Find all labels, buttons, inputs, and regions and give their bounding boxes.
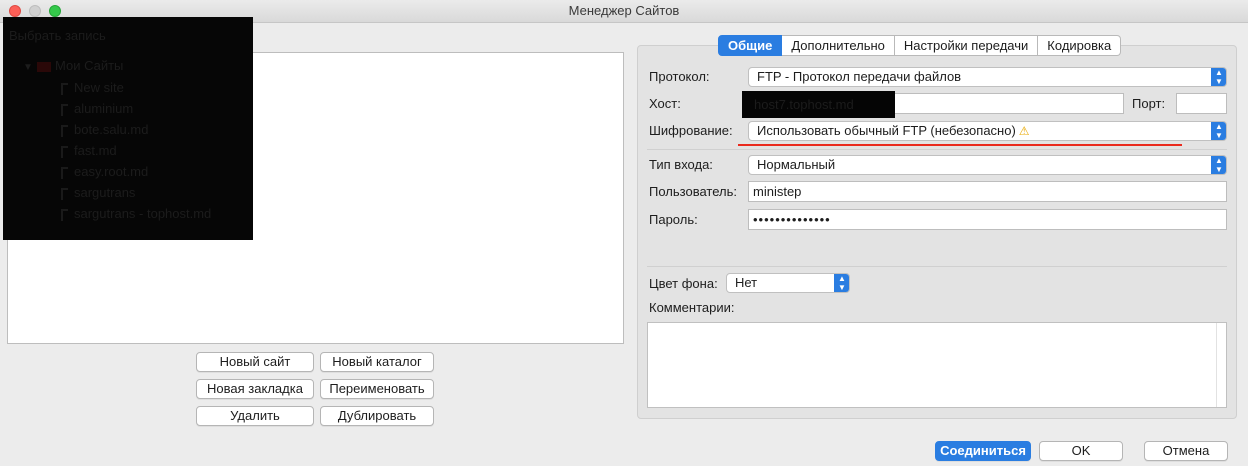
tree-site-item[interactable]: New site — [61, 79, 124, 97]
new-bookmark-button[interactable]: Новая закладка — [196, 379, 314, 399]
tree-site-item[interactable]: sargutrans - tophost.md — [61, 205, 211, 223]
divider — [647, 266, 1227, 267]
server-icon — [61, 103, 68, 116]
new-folder-button[interactable]: Новый каталог — [320, 352, 434, 372]
password-label: Пароль: — [649, 212, 698, 227]
connect-button[interactable]: Соединиться — [935, 441, 1031, 461]
encryption-select[interactable]: Использовать обычный FTP (небезопасно) ⚠ … — [748, 121, 1227, 141]
tree-site-item[interactable]: sargutrans — [61, 184, 135, 202]
tab-transfer-settings[interactable]: Настройки передачи — [894, 35, 1039, 56]
tree-site-item[interactable]: bote.salu.md — [61, 121, 148, 139]
host-label: Хост: — [649, 96, 681, 111]
comments-label: Комментарии: — [649, 300, 735, 315]
tab-advanced[interactable]: Дополнительно — [782, 35, 895, 56]
user-label: Пользователь: — [649, 184, 737, 199]
window-title: Менеджер Сайтов — [568, 3, 680, 18]
tree-site-item[interactable]: aluminium — [61, 100, 133, 118]
encryption-label: Шифрование: — [649, 123, 733, 138]
host-value-redacted: host7.tophost.md — [742, 91, 895, 118]
protocol-label: Протокол: — [649, 69, 710, 84]
password-input[interactable]: •••••••••••••• — [748, 209, 1227, 230]
tree-site-item[interactable]: easy.root.md — [61, 163, 148, 181]
settings-tabs: Общие Дополнительно Настройки передачи К… — [718, 35, 1122, 56]
server-icon — [61, 82, 68, 95]
tree-header: Выбрать запись — [9, 28, 106, 43]
duplicate-button[interactable]: Дублировать — [320, 406, 434, 426]
logon-type-label: Тип входа: — [649, 157, 713, 172]
user-input[interactable]: ministep — [748, 181, 1227, 202]
port-input[interactable] — [1176, 93, 1227, 114]
server-icon — [61, 166, 68, 179]
server-icon — [61, 187, 68, 200]
server-icon — [61, 208, 68, 221]
bg-color-label: Цвет фона: — [649, 276, 718, 291]
expand-arrow-icon[interactable]: ▼ — [23, 59, 37, 77]
tab-general[interactable]: Общие — [718, 35, 783, 56]
server-icon — [61, 124, 68, 137]
delete-button[interactable]: Удалить — [196, 406, 314, 426]
tree-redaction: Выбрать запись ▼ Мои Сайты New site alumi… — [3, 17, 253, 240]
chevron-updown-icon: ▲ ▼ — [1211, 122, 1226, 140]
folder-icon — [37, 61, 51, 72]
divider — [647, 149, 1227, 150]
warning-underline — [738, 144, 1182, 146]
chevron-updown-icon: ▲ ▼ — [1211, 156, 1226, 174]
warning-icon: ⚠ — [1018, 124, 1030, 138]
chevron-updown-icon: ▲ ▼ — [1211, 68, 1226, 86]
scrollbar[interactable] — [1216, 323, 1226, 407]
comments-textarea[interactable] — [647, 322, 1227, 408]
logon-type-select[interactable]: Нормальный ▲ ▼ — [748, 155, 1227, 175]
tree-site-item[interactable]: fast.md — [61, 142, 117, 160]
rename-button[interactable]: Переименовать — [320, 379, 434, 399]
bg-color-select[interactable]: Нет ▲ ▼ — [726, 273, 850, 293]
port-label: Порт: — [1132, 96, 1166, 111]
new-site-button[interactable]: Новый сайт — [196, 352, 314, 372]
tab-charset[interactable]: Кодировка — [1038, 35, 1122, 56]
chevron-updown-icon: ▲ ▼ — [834, 274, 849, 292]
protocol-select[interactable]: FTP - Протокол передачи файлов ▲ ▼ — [748, 67, 1227, 87]
cancel-button[interactable]: Отмена — [1144, 441, 1228, 461]
ok-button[interactable]: OK — [1039, 441, 1123, 461]
tree-root-label: Мои Сайты — [55, 58, 124, 73]
server-icon — [61, 145, 68, 158]
tree-root-folder[interactable]: ▼ Мои Сайты — [23, 57, 123, 75]
